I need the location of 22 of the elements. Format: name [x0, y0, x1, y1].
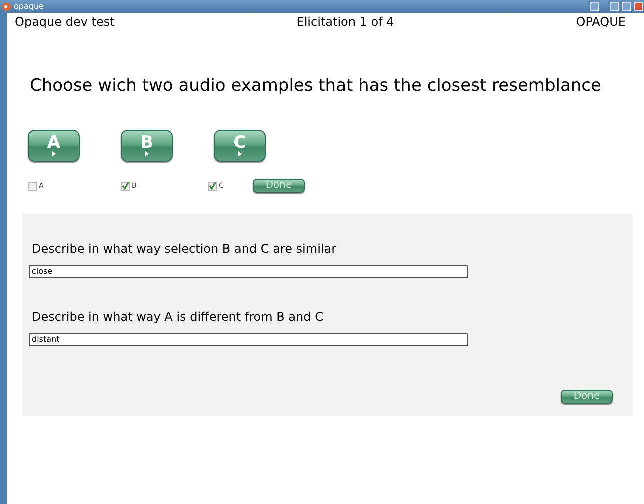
window-title: opaque	[14, 2, 44, 11]
brand-text: OPAQUE	[576, 15, 626, 31]
answer-field[interactable]: close	[29, 265, 468, 278]
checkbox[interactable]	[208, 182, 217, 190]
play-icon	[145, 150, 149, 156]
play-button[interactable]: B	[121, 130, 173, 162]
checkbox[interactable]	[121, 182, 130, 190]
play-button[interactable]: C	[214, 130, 266, 162]
checkbox[interactable]	[28, 182, 37, 190]
play-button[interactable]: A	[28, 130, 80, 162]
answer-field[interactable]: distant	[29, 333, 468, 346]
done-button[interactable]: Done	[561, 390, 613, 404]
app-name: Opaque dev test	[15, 15, 115, 31]
prompt-label: Describe in what way A is different from B and C	[32, 310, 324, 324]
prompt-label: Describe in what way selection B and C are similar	[32, 242, 338, 256]
app-icon	[2, 2, 11, 10]
play-icon	[52, 150, 56, 156]
play-icon	[238, 150, 242, 156]
close-icon[interactable]	[634, 2, 643, 11]
done-button[interactable]: Done	[253, 179, 305, 193]
progress-text: Elicitation 1 of 4	[296, 15, 394, 31]
question-text: Choose wich two audio examples that has the closest resemblance	[30, 76, 602, 96]
